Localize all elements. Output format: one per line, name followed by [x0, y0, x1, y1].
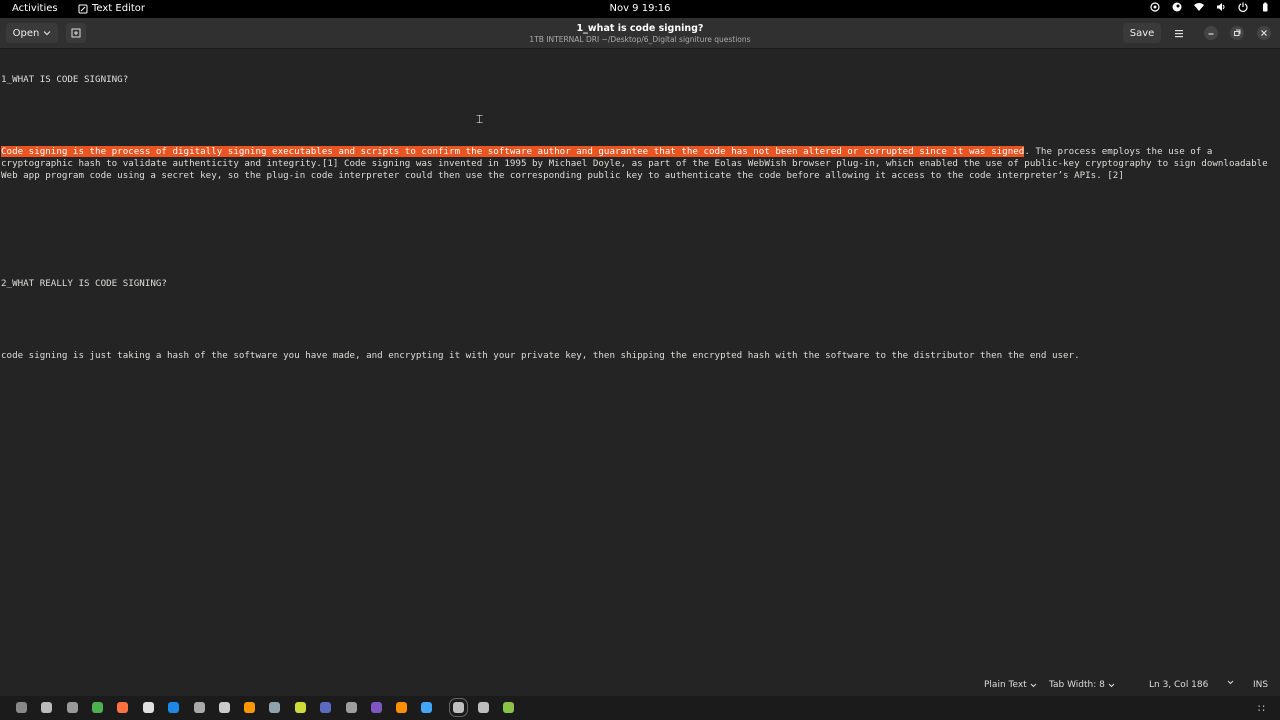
app-icon[interactable]: [219, 702, 230, 713]
editor-line-1: 1_WHAT IS CODE SIGNING?: [1, 74, 129, 85]
close-icon: [1261, 30, 1267, 36]
open-label: Open: [12, 27, 40, 39]
dock: ∷: [0, 696, 1280, 720]
power-icon[interactable]: [1238, 2, 1248, 12]
editor-line-3: Code signing is the process of digitally…: [1, 146, 1277, 182]
sync-icon[interactable]: [1150, 2, 1160, 12]
maximize-button[interactable]: [1230, 26, 1244, 40]
clock[interactable]: Nov 9 19:16: [609, 3, 670, 14]
app-icon[interactable]: [295, 702, 306, 713]
editor-line-2: [1, 110, 1277, 122]
save-button[interactable]: Save: [1123, 23, 1161, 43]
insert-mode[interactable]: INS: [1253, 680, 1268, 690]
new-tab-button[interactable]: [66, 23, 86, 43]
chevron-down-icon: [1227, 680, 1234, 685]
editor-line-7: [1, 314, 1277, 326]
app-icon[interactable]: [320, 702, 331, 713]
language-label: Plain Text: [984, 680, 1027, 690]
minimize-button[interactable]: [1204, 26, 1218, 40]
app-icon[interactable]: [346, 702, 357, 713]
text-editor-area[interactable]: 1_WHAT IS CODE SIGNING? Code signing is …: [1, 50, 1277, 674]
hamburger-icon: [1175, 29, 1183, 37]
selected-text[interactable]: Code signing is the process of digitally…: [1, 146, 1025, 157]
app-icon[interactable]: [503, 702, 514, 713]
chevron-down-icon: [1108, 683, 1115, 687]
chrome-icon[interactable]: [92, 702, 103, 713]
chat-icon[interactable]: [371, 702, 382, 713]
chevron-down-icon: [1030, 683, 1037, 687]
minimize-icon: [1208, 33, 1214, 35]
firefox-icon[interactable]: [117, 702, 128, 713]
document-title: 1_what is code signing?: [576, 23, 704, 34]
tab-width-label: Tab Width: 8: [1049, 680, 1105, 690]
folder-icon[interactable]: [67, 702, 78, 713]
activities-button[interactable]: Activities: [12, 3, 58, 14]
steam-icon[interactable]: [168, 702, 179, 713]
terminal-icon[interactable]: [16, 702, 27, 713]
app-menu[interactable]: Text Editor: [78, 3, 145, 14]
app-icon[interactable]: [396, 702, 407, 713]
position-menu[interactable]: [1227, 680, 1234, 685]
app-icon[interactable]: [421, 702, 432, 713]
editor-line-5: [1, 242, 1277, 254]
system-tray[interactable]: [1150, 2, 1270, 12]
text-editor-icon: [78, 4, 88, 13]
editor-line-8: code signing is just taking a hash of th…: [1, 350, 1080, 361]
app-name: Text Editor: [92, 3, 145, 14]
top-bar: Activities Text Editor Nov 9 19:16: [0, 0, 1280, 18]
app-icon[interactable]: [269, 702, 280, 713]
volume-icon[interactable]: [1216, 2, 1226, 12]
close-button[interactable]: [1257, 26, 1271, 40]
cursor-position[interactable]: Ln 3, Col 186: [1149, 680, 1208, 690]
editor-line-6: 2_WHAT REALLY IS CODE SIGNING?: [1, 278, 167, 289]
title-block: 1_what is code signing? 1TB INTERNAL DRI…: [340, 23, 940, 44]
steam-tray-icon[interactable]: [1172, 2, 1182, 12]
battery-icon[interactable]: [1260, 2, 1270, 12]
app-icon[interactable]: [478, 702, 489, 713]
files-icon[interactable]: [41, 702, 52, 713]
text-editor-icon[interactable]: [449, 698, 468, 717]
main-menu-button[interactable]: [1168, 23, 1190, 43]
editor-line-4: [1, 206, 1277, 218]
document-path: 1TB INTERNAL DRI ~/Desktop/6_Digital sig…: [529, 35, 751, 44]
app-icon[interactable]: [194, 702, 205, 713]
new-tab-icon: [71, 28, 81, 38]
tab-width-selector[interactable]: Tab Width: 8: [1049, 680, 1115, 690]
language-selector[interactable]: Plain Text: [984, 680, 1037, 690]
wifi-icon[interactable]: [1194, 2, 1204, 12]
app-icon[interactable]: [143, 702, 154, 713]
header-bar: Open 1_what is code signing? 1TB INTERNA…: [0, 18, 1280, 49]
status-bar: Plain Text Tab Width: 8 Ln 3, Col 186 IN…: [0, 675, 1280, 695]
vlc-icon[interactable]: [244, 702, 255, 713]
chevron-down-icon: [43, 31, 51, 36]
ibeam-cursor-icon: ⌶: [476, 112, 484, 126]
open-button[interactable]: Open: [6, 23, 58, 43]
restore-icon: [1234, 29, 1241, 36]
show-apps-icon[interactable]: ∷: [1258, 702, 1265, 715]
